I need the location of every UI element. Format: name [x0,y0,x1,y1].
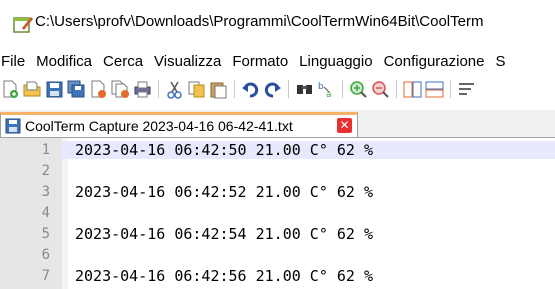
menu-visualizza[interactable]: Visualizza [150,52,228,74]
zoom-out-icon[interactable] [371,80,390,99]
editor[interactable]: 1 2023-04-16 06:42:50 21.00 C° 62 % 2 3 … [0,138,555,289]
line-number: 6 [41,247,50,263]
window-title: C:\Users\profv\Downloads\Programmi\CoolT… [35,13,484,30]
editor-line: 4 [0,204,555,222]
toolbar-separator [234,80,235,98]
zoom-in-icon[interactable] [349,80,368,99]
save-icon[interactable] [45,80,64,99]
menu-file[interactable]: File [0,52,32,74]
toolbar-separator [158,80,159,98]
menu-truncated[interactable]: S [491,52,512,74]
redo-icon[interactable] [263,80,282,99]
line-text: 2023-04-16 06:42:54 21.00 C° 62 % [75,225,374,243]
line-number: 3 [41,184,50,200]
line-text: 2023-04-16 06:42:52 21.00 C° 62 % [75,183,374,201]
line-text: 2023-04-16 06:42:56 21.00 C° 62 % [75,267,374,285]
word-wrap-icon[interactable] [457,80,476,99]
line-number: 4 [41,205,50,221]
tab-close-button[interactable]: ✕ [337,118,352,133]
line-number: 1 [0,141,50,159]
notepad-app-icon [13,17,33,33]
replace-icon[interactable]: b a [317,80,336,99]
tab-label: CoolTerm Capture 2023-04-16 06-42-41.txt [25,118,293,134]
cut-icon[interactable] [165,80,184,99]
new-file-icon[interactable] [1,80,20,99]
line-text: 2023-04-16 06:42:50 21.00 C° 62 % [75,141,374,159]
line-number: 2 [41,163,50,179]
undo-icon[interactable] [241,80,260,99]
editor-line: 7 2023-04-16 06:42:56 21.00 C° 62 % [0,267,555,285]
toolbar-separator [288,80,289,98]
menu-modifica[interactable]: Modifica [32,52,99,74]
menu-linguaggio[interactable]: Linguaggio [295,52,379,74]
toolbar-separator [450,80,451,98]
editor-line: 1 2023-04-16 06:42:50 21.00 C° 62 % [0,141,555,159]
editor-line: 5 2023-04-16 06:42:54 21.00 C° 62 % [0,225,555,243]
menu-configurazione[interactable]: Configurazione [380,52,492,74]
close-icon[interactable] [89,80,108,99]
tab-strip: CoolTerm Capture 2023-04-16 06-42-41.txt… [0,110,555,138]
print-icon[interactable] [133,80,152,99]
toolbar: b a [0,75,555,103]
sync-vertical-icon[interactable] [403,80,422,99]
editor-line: 2 [0,162,555,180]
line-number: 7 [41,268,50,284]
toolbar-separator [396,80,397,98]
menu-formato[interactable]: Formato [228,52,295,74]
paste-icon[interactable] [209,80,228,99]
copy-icon[interactable] [187,80,206,99]
tab-coolterm-capture[interactable]: CoolTerm Capture 2023-04-16 06-42-41.txt… [0,112,358,137]
menu-bar: File Modifica Cerca Visualizza Formato L… [0,52,555,74]
save-all-icon[interactable] [67,80,86,99]
open-file-icon[interactable] [23,80,42,99]
line-number: 5 [41,226,50,242]
svg-text:b: b [318,82,324,92]
editor-line: 3 2023-04-16 06:42:52 21.00 C° 62 % [0,183,555,201]
editor-line: 6 [0,246,555,264]
title-bar: C:\Users\profv\Downloads\Programmi\CoolT… [0,0,555,46]
close-all-icon[interactable] [111,80,130,99]
sync-horizontal-icon[interactable] [425,80,444,99]
toolbar-separator [342,80,343,98]
saved-file-icon [5,118,21,134]
menu-cerca[interactable]: Cerca [99,52,150,74]
find-icon[interactable] [295,80,314,99]
